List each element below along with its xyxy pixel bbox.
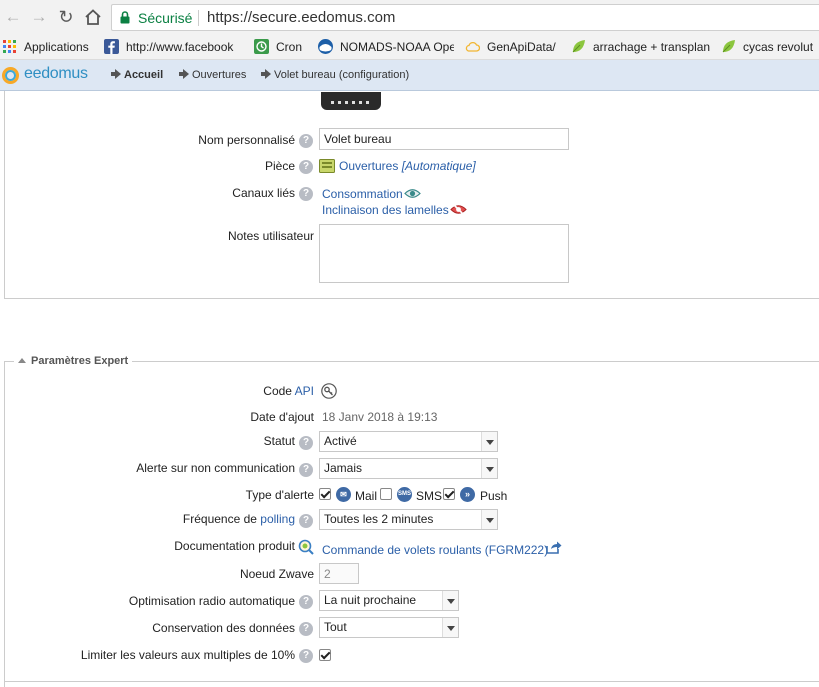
bookmark-nomads[interactable]: NOMADS-NOAA Ope [318,39,454,56]
chevron-down-icon [481,510,497,529]
help-icon[interactable]: ? [299,514,313,528]
eye-icon[interactable] [404,188,421,199]
radio-label: Optimisation radio automatique [128,594,295,608]
alert-mail-label: Mail [355,489,378,503]
bookmark-cycas[interactable]: cycas revolut [721,39,819,56]
retention-label: Conservation des données [152,621,295,635]
breadcrumb-current: Volet bureau (configuration) [261,69,409,81]
key-icon[interactable] [321,383,337,399]
api-code-masked [340,386,400,396]
url-separator [198,10,199,26]
room-value[interactable]: Ouvertures [Automatique] [339,159,476,173]
room-label: Pièce [264,159,295,173]
chevron-down-icon [442,618,458,637]
alert-type-label: Type d'alerte [245,488,314,502]
date-value: 18 Janv 2018 à 19:13 [322,410,438,424]
api-link[interactable]: API [295,384,314,398]
leaf-icon [572,40,585,53]
polling-link[interactable]: polling [260,512,295,526]
alert-push-checkbox[interactable] [443,488,455,500]
back-arrow-icon[interactable]: ← [4,8,22,26]
lock-icon [120,11,130,24]
alert-label: Alerte sur non communication [136,461,295,475]
help-icon[interactable]: ? [299,463,313,477]
bookmark-cron[interactable]: Cron [254,39,309,56]
room-shutter-icon [319,159,335,173]
secure-label: Sécurisé [138,10,193,26]
notes-textarea[interactable] [319,224,569,283]
bookmark-arrachage[interactable]: arrachage + transplan [571,39,711,56]
cron-icon [254,39,269,54]
channels-label: Canaux liés [232,186,295,200]
channel-link-inclinaison[interactable]: Inclinaison des lamelles [322,203,449,217]
notes-label: Notes utilisateur [227,229,314,243]
reload-icon[interactable]: ↻ [57,8,75,26]
date-label: Date d'ajout [250,410,314,424]
alert-push-label: Push [480,489,508,503]
expert-section-left-border [4,361,5,687]
status-select[interactable]: Activé [319,431,498,452]
polling-label: Fréquence de polling [182,512,295,526]
noaa-icon [318,39,333,54]
help-icon[interactable]: ? [299,436,313,450]
expert-section-bottom-border [4,681,819,682]
breadcrumb-arrow-icon [179,69,189,79]
expert-section-title[interactable]: Paramètres Expert [14,355,133,367]
help-icon[interactable]: ? [299,622,313,636]
help-icon[interactable]: ? [299,595,313,609]
name-input[interactable] [319,128,569,150]
bookmarks-bar: Applications http://www.facebook Cron NO… [0,35,819,60]
help-icon[interactable]: ? [299,134,313,148]
alert-sms-label: SMS [416,489,443,503]
breadcrumb-ouvertures[interactable]: Ouvertures [179,69,246,81]
retention-select[interactable]: Tout [319,617,459,638]
eye-hidden-icon[interactable] [450,203,467,216]
breadcrumb-arrow-icon [111,69,121,79]
cloud-icon [465,41,480,52]
chevron-down-icon [481,432,497,451]
apps-grid-icon [3,40,16,53]
polling-select[interactable]: Toutes les 2 minutes [319,509,498,530]
bookmark-facebook[interactable]: http://www.facebook [104,39,242,56]
leaf-icon [722,40,735,53]
doc-link[interactable]: Commande de volets roulants (FGRM222) [322,543,548,557]
status-label: Statut [263,434,295,448]
node-label: Noeud Zwave [239,567,314,581]
mail-icon: ✉ [336,487,351,502]
sms-icon: SMS [397,487,412,502]
external-link-icon[interactable] [546,541,562,554]
doc-search-icon [298,539,314,555]
doc-label: Documentation produit [174,539,295,553]
chevron-down-icon [442,591,458,610]
browser-toolbar: ← → ↻ Sécurisé https://secure.eedomus.co… [0,0,819,35]
url-text[interactable]: https://secure.eedomus.com [207,9,395,26]
chevron-down-icon [481,459,497,478]
help-icon[interactable]: ? [299,649,313,663]
api-label: Code API [263,384,314,398]
bookmark-applications[interactable]: Applications [2,39,97,56]
home-icon[interactable] [84,8,102,26]
app-header: eedomus Accueil Ouvertures Volet bureau … [0,60,819,91]
push-icon: » [460,487,475,502]
forward-arrow-icon[interactable]: → [30,8,48,26]
channel-link-consommation[interactable]: Consommation [322,187,403,201]
alert-sms-checkbox[interactable] [380,488,392,500]
breadcrumb-home[interactable]: Accueil [111,69,163,81]
collapse-arrow-icon [18,358,26,363]
node-input[interactable] [319,563,359,584]
alert-select[interactable]: Jamais [319,458,498,479]
limit-label: Limiter les valeurs aux multiples de 10% [80,648,295,662]
bookmark-genapidata[interactable]: GenApiData/ [465,39,565,56]
name-label: Nom personnalisé [198,133,295,147]
radio-select[interactable]: La nuit prochaine [319,590,459,611]
device-image [321,92,381,110]
help-icon[interactable]: ? [299,187,313,201]
breadcrumb-arrow-icon [261,69,271,79]
alert-mail-checkbox[interactable] [319,488,331,500]
address-bar[interactable]: Sécurisé https://secure.eedomus.com [111,4,819,31]
limit-checkbox[interactable] [319,649,331,661]
logo-ring-icon [2,67,19,84]
help-icon[interactable]: ? [299,160,313,174]
facebook-icon [104,39,119,54]
